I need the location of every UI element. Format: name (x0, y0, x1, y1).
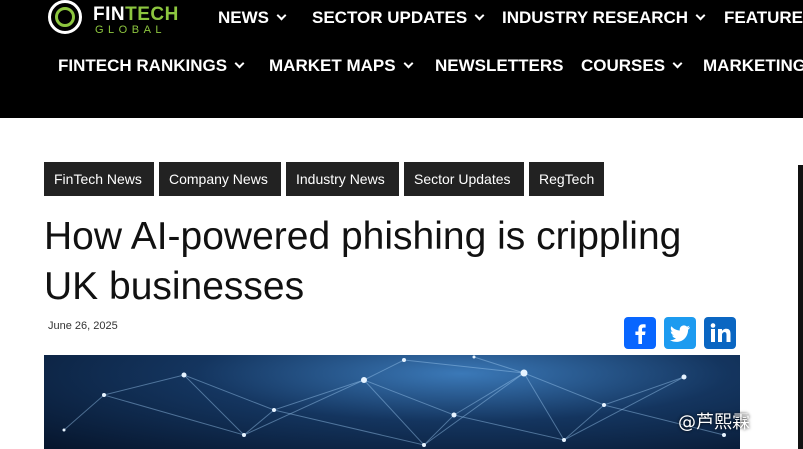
facebook-icon[interactable] (624, 317, 656, 349)
nav-newsletters[interactable]: NEWSLETTERS (435, 56, 563, 76)
nav-features[interactable]: FEATURES (724, 8, 803, 28)
logo-accent: TECH (125, 4, 179, 25)
tag-fintech-news[interactable]: FinTech News (44, 162, 154, 196)
chevron-down-icon (474, 10, 485, 21)
chevron-down-icon (276, 10, 287, 21)
logo-ring-icon (48, 0, 82, 34)
nav-market-maps[interactable]: MARKET MAPS (269, 56, 414, 76)
nav-news[interactable]: NEWS (218, 8, 287, 28)
nav-fintech-rankings[interactable]: FINTECH RANKINGS (58, 56, 245, 76)
tag-sector-updates[interactable]: Sector Updates (404, 162, 524, 196)
nav-sector-updates[interactable]: SECTOR UPDATES (312, 8, 485, 28)
logo-main: FIN (93, 4, 126, 25)
watermark-text: @芦熙霖 (678, 412, 750, 433)
linkedin-icon[interactable] (704, 317, 736, 349)
chevron-down-icon (695, 10, 706, 21)
chevron-down-icon (234, 58, 245, 69)
chevron-down-icon (672, 58, 683, 69)
site-header: FINTECH GLOBAL NEWS SECTOR UPDATES INDUS… (0, 0, 803, 118)
chevron-down-icon (403, 58, 414, 69)
nav-industry-research[interactable]: INDUSTRY RESEARCH (502, 8, 706, 28)
logo-sub: GLOBAL (95, 24, 167, 36)
nav-courses[interactable]: COURSES (581, 56, 683, 76)
article-hero-image (44, 355, 740, 449)
article-date: June 26, 2025 (48, 320, 118, 332)
article-title: How AI-powered phishing is crippling UK … (44, 215, 682, 308)
side-panel-edge (798, 165, 803, 449)
twitter-icon[interactable] (664, 317, 696, 349)
tag-company-news[interactable]: Company News (159, 162, 281, 196)
fintech-global-logo[interactable]: FINTECH GLOBAL (46, 0, 186, 40)
tag-regtech[interactable]: RegTech (529, 162, 604, 196)
tag-industry-news[interactable]: Industry News (286, 162, 399, 196)
nav-marketing[interactable]: MARKETING (703, 56, 803, 76)
